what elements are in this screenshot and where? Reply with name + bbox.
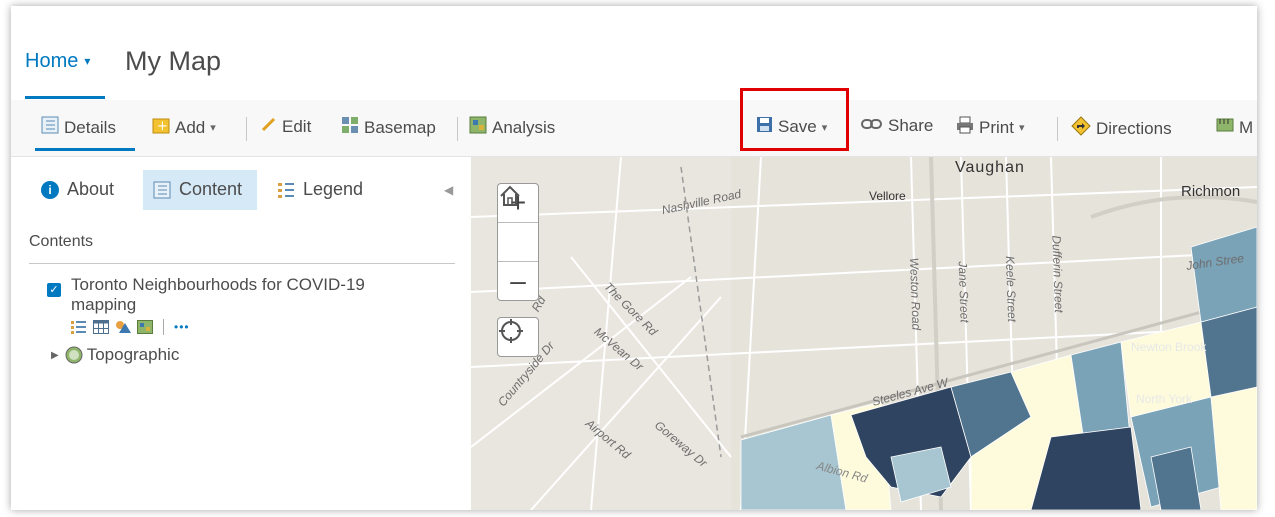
tab-about[interactable]: i About (41, 179, 114, 200)
more-options-icon[interactable]: ••• (174, 320, 190, 334)
tab-about-label[interactable]: About (67, 179, 114, 200)
tab-content-label[interactable]: Content (179, 179, 242, 200)
basemap-button[interactable]: Basemap (341, 116, 436, 139)
analysis-icon (469, 116, 487, 139)
map-canvas (471, 157, 1257, 510)
toolbar-divider (246, 117, 247, 141)
basemap-layer-label[interactable]: Topographic (87, 345, 180, 365)
map-place-label: Richmon (1181, 183, 1241, 200)
zoom-controls: + – (497, 183, 539, 301)
legend-icon (277, 181, 295, 199)
zoom-out-button[interactable]: – (498, 262, 538, 300)
map-street-label: Dufferin Street (1049, 235, 1067, 313)
edit-label[interactable]: Edit (282, 117, 311, 137)
tab-legend-label[interactable]: Legend (303, 179, 363, 200)
analysis-button[interactable]: Analysis (469, 116, 555, 139)
map-street-label: Weston Road (906, 257, 924, 331)
measure-icon (1216, 116, 1234, 139)
print-button[interactable]: Print ▾ (956, 116, 1025, 139)
home-icon (500, 185, 520, 206)
contents-heading: Contents (29, 233, 94, 250)
basemap-layer-item[interactable]: ▶ Topographic (51, 345, 179, 365)
change-style-icon[interactable] (115, 320, 131, 334)
more-button[interactable]: M (1216, 116, 1253, 139)
tab-legend[interactable]: Legend (277, 179, 363, 200)
tab-content[interactable]: Content (153, 179, 242, 200)
table-icon[interactable] (93, 320, 109, 334)
layer-actions: ••• (71, 319, 190, 335)
app-window: Home ▾ My Map Details + Add ▾ Edit Basem… (11, 6, 1257, 510)
svg-text:+: + (157, 119, 168, 134)
details-button[interactable]: Details (41, 116, 116, 139)
link-icon (861, 117, 883, 136)
map-street-label: Keele Street (1002, 255, 1020, 323)
details-label[interactable]: Details (64, 118, 116, 138)
info-icon: i (41, 180, 59, 199)
content-panel: i About Content Legend ◀ Contents ✓ Toro… (11, 157, 471, 510)
layer-name[interactable]: Toronto Neighbourhoods for COVID-19 mapp… (71, 275, 431, 315)
perform-analysis-icon[interactable] (137, 320, 153, 334)
map-place-label: Vellore (869, 189, 906, 203)
directions-label[interactable]: Directions (1096, 119, 1172, 139)
add-icon: + (152, 116, 170, 139)
add-label[interactable]: Add (175, 118, 205, 138)
basemap-icon (341, 116, 359, 139)
show-legend-icon[interactable] (71, 320, 87, 334)
analysis-label[interactable]: Analysis (492, 118, 555, 138)
home-caret-icon[interactable]: ▾ (84, 54, 90, 68)
layer-actions-divider (163, 319, 164, 335)
toolbar: Details + Add ▾ Edit Basemap Analysis Sa… (11, 100, 1257, 157)
locate-button[interactable] (497, 317, 539, 357)
basemap-label[interactable]: Basemap (364, 118, 436, 138)
edit-button[interactable]: Edit (261, 116, 311, 137)
map-view[interactable]: Vaughan Vellore Richmon Newton Brook Nor… (471, 157, 1257, 510)
share-button[interactable]: Share (861, 116, 933, 136)
locate-icon (499, 319, 523, 343)
printer-icon (956, 116, 974, 139)
map-place-label: Vaughan (955, 159, 1025, 176)
default-extent-button[interactable] (498, 185, 538, 262)
expand-arrow-icon[interactable]: ▶ (51, 350, 59, 361)
share-label[interactable]: Share (888, 116, 933, 136)
save-highlight-box (740, 88, 849, 151)
print-label[interactable]: Print (979, 118, 1014, 138)
pencil-icon (261, 116, 277, 137)
toolbar-divider (457, 117, 458, 141)
header: Home ▾ My Map (11, 6, 1257, 100)
home-underline (25, 96, 105, 99)
map-street-label: Jane Street (955, 261, 972, 323)
page-title: My Map (125, 46, 222, 76)
home-label[interactable]: Home (25, 50, 78, 72)
map-place-label: Newton Brook (1131, 340, 1207, 354)
details-icon (41, 116, 59, 139)
collapse-panel-icon[interactable]: ◀ (444, 183, 453, 197)
toolbar-divider (1057, 117, 1058, 141)
contents-divider (29, 263, 455, 264)
home-menu[interactable]: Home ▾ (25, 50, 90, 73)
add-button[interactable]: + Add ▾ (152, 116, 216, 139)
add-dropdown-icon[interactable]: ▾ (210, 121, 216, 134)
print-dropdown-icon[interactable]: ▾ (1019, 121, 1025, 134)
map-place-label: North York (1136, 392, 1193, 406)
globe-icon (65, 346, 83, 364)
more-label[interactable]: M (1239, 118, 1253, 138)
content-icon (153, 181, 171, 199)
directions-icon (1071, 116, 1091, 141)
directions-button[interactable]: Directions (1071, 116, 1172, 141)
layer-visibility-checkbox[interactable]: ✓ (47, 283, 61, 297)
details-underline (35, 148, 135, 151)
